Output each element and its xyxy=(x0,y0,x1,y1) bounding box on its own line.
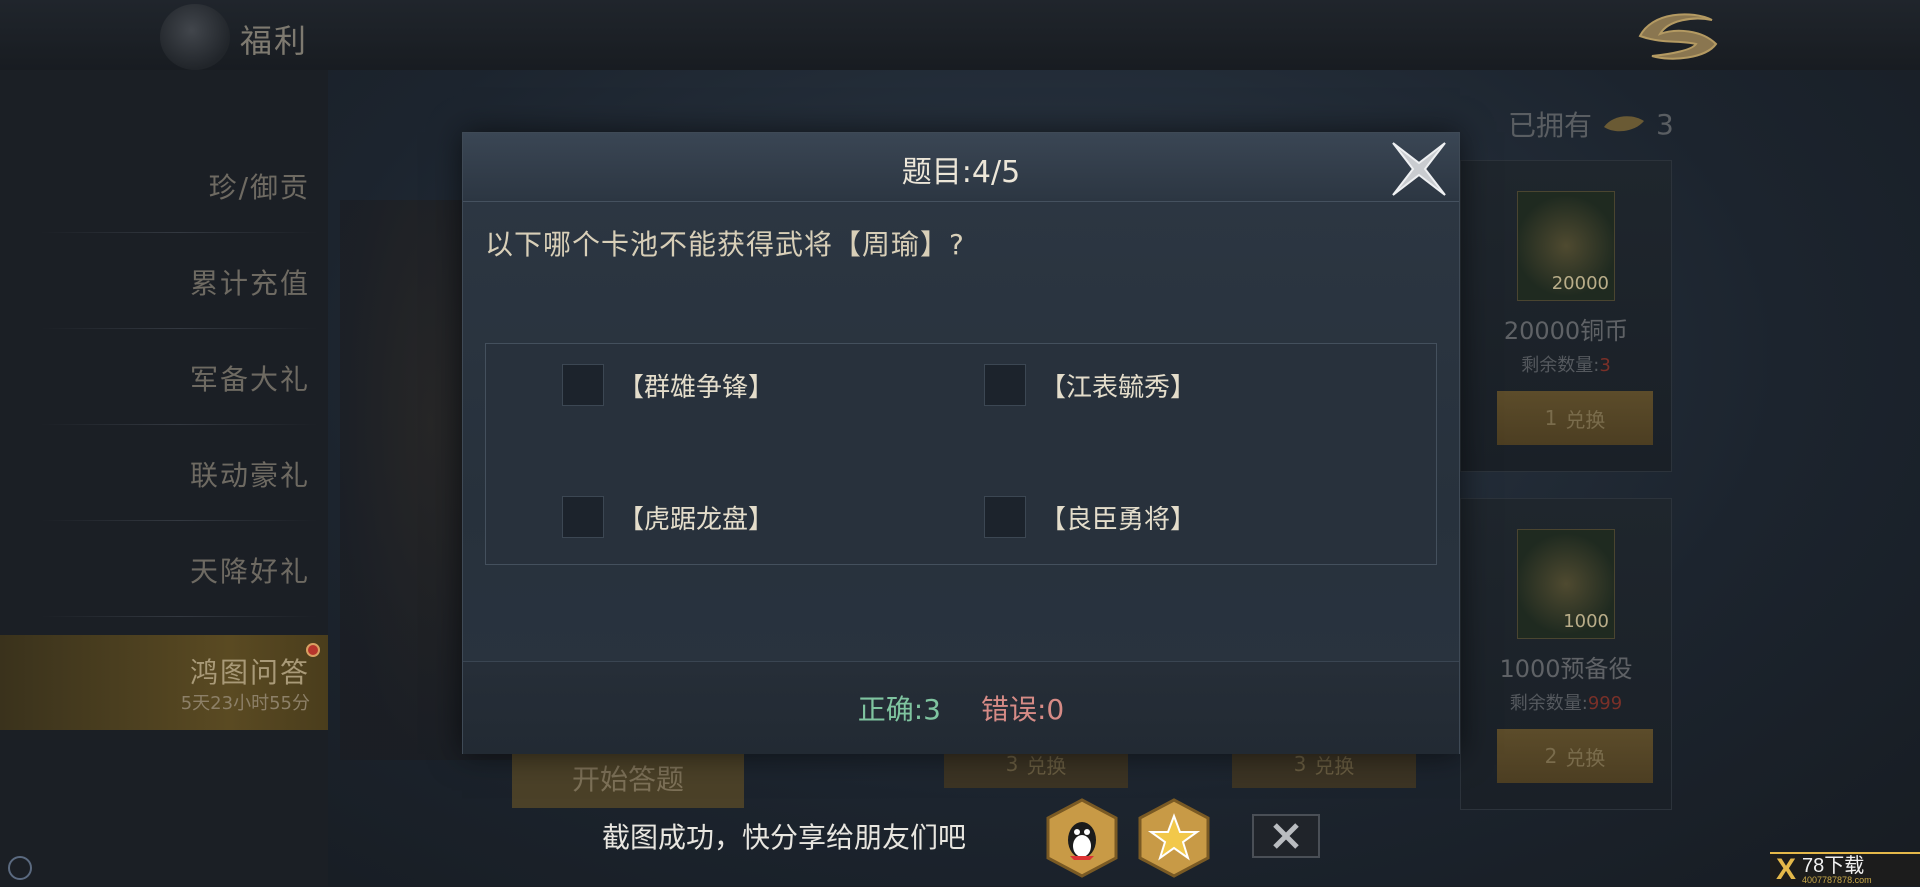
sidebar-item-label: 累计充值 xyxy=(189,266,310,300)
top-emblem-icon xyxy=(160,4,230,70)
sidebar-item-label: 军备大礼 xyxy=(189,362,310,396)
exchange-button[interactable]: 2 兑换 xyxy=(1497,729,1653,783)
remaining-value: 999 xyxy=(1587,693,1623,714)
share-close-button[interactable] xyxy=(1252,814,1320,858)
correct-count: 正确:3 xyxy=(857,693,941,726)
sidebar-item-label: 珍/御贡 xyxy=(208,170,310,204)
dialog-title: 题目:4/5 xyxy=(901,155,1021,190)
dialog-header: 题目:4/5 xyxy=(463,133,1459,202)
exchange-cost: 2 xyxy=(1544,744,1558,768)
exchange-cost: 3 xyxy=(1005,752,1019,776)
option-d[interactable]: 【良臣勇将】 xyxy=(984,496,1196,538)
remaining-label: 剩余数量: xyxy=(1509,693,1588,714)
page-title: 福利 xyxy=(240,22,309,60)
close-icon xyxy=(1273,823,1299,849)
sidebar-item-label: 联动豪礼 xyxy=(189,458,310,492)
sidebar-item-zhen-yugong[interactable]: 珍/御贡 xyxy=(0,138,328,233)
sidebar: 珍/御贡 累计充值 军备大礼 联动豪礼 天降好礼 鸿图问答 5天23小时55分 xyxy=(0,70,328,886)
quiz-timer: 5天23小时55分 xyxy=(180,692,310,714)
assistive-touch-icon[interactable] xyxy=(8,856,32,880)
exchange-label: 兑换 xyxy=(1565,745,1606,770)
qzone-icon[interactable] xyxy=(1136,798,1212,878)
watermark-title: 78下载 xyxy=(1802,854,1865,877)
watermark-text: 78下载 4007787878.com xyxy=(1802,856,1872,885)
back-button[interactable] xyxy=(1632,6,1724,66)
token-icon xyxy=(1604,116,1645,132)
item-quantity: 1000 xyxy=(1563,611,1609,632)
remaining-value: 3 xyxy=(1599,355,1611,376)
item-name: 20000铜币 xyxy=(1503,317,1629,345)
option-label: 【江表毓秀】 xyxy=(1040,372,1197,403)
remaining-label: 剩余数量: xyxy=(1521,355,1600,376)
question-text: 以下哪个卡池不能获得武将【周瑜】? xyxy=(485,228,965,261)
exchange-label: 兑换 xyxy=(1565,407,1606,432)
score-bar: 正确:3 错误:0 xyxy=(463,661,1459,754)
checkbox[interactable] xyxy=(562,364,604,406)
quiz-dialog: 题目:4/5 以下哪个卡池不能获得武将【周瑜】? 【群雄争锋】 【江表毓秀】 【… xyxy=(462,132,1460,754)
options-panel: 【群雄争锋】 【江表毓秀】 【虎踞龙盘】 【良臣勇将】 xyxy=(485,343,1437,565)
sidebar-item-label: 天降好礼 xyxy=(189,554,310,588)
item-remaining: 剩余数量:999 xyxy=(1461,689,1671,715)
checkbox[interactable] xyxy=(984,364,1026,406)
option-a[interactable]: 【群雄争锋】 xyxy=(562,364,774,406)
option-label: 【群雄争锋】 xyxy=(618,372,775,403)
shop-item-coins: 20000 20000铜币 剩余数量:3 1 兑换 xyxy=(1460,160,1672,472)
watermark: X 78下载 4007787878.com xyxy=(1770,852,1920,886)
watermark-logo: X xyxy=(1776,853,1797,886)
sidebar-item-sky-gift[interactable]: 天降好礼 xyxy=(0,522,328,617)
close-icon[interactable] xyxy=(1387,137,1451,201)
option-b[interactable]: 【江表毓秀】 xyxy=(984,364,1196,406)
exchange-cost: 1 xyxy=(1544,406,1558,430)
checkbox[interactable] xyxy=(562,496,604,538)
notification-dot-icon xyxy=(306,643,320,657)
owned-value: 3 xyxy=(1656,107,1674,141)
wrong-count: 错误:0 xyxy=(981,693,1065,726)
share-message: 截图成功，快分享给朋友们吧 xyxy=(602,821,967,854)
owned-count: 已拥有 3 xyxy=(1508,104,1674,144)
item-name: 1000预备役 xyxy=(1499,655,1633,683)
sidebar-item-military-gift[interactable]: 军备大礼 xyxy=(0,330,328,425)
option-label: 【良臣勇将】 xyxy=(1040,504,1197,535)
checkbox[interactable] xyxy=(984,496,1026,538)
shop-item-reserve: 1000 1000预备役 剩余数量:999 2 兑换 xyxy=(1460,498,1672,810)
owned-label: 已拥有 xyxy=(1508,109,1593,142)
watermark-url: 4007787878.com xyxy=(1802,874,1872,885)
sidebar-item-label: 鸿图问答 xyxy=(189,655,310,689)
qq-icon[interactable] xyxy=(1044,798,1120,878)
option-label: 【虎踞龙盘】 xyxy=(618,504,775,535)
share-bar: 截图成功，快分享给朋友们吧 xyxy=(560,780,1360,886)
sidebar-item-cumulative-recharge[interactable]: 累计充值 xyxy=(0,234,328,329)
score: 正确:3 错误:0 xyxy=(463,688,1459,728)
item-quantity: 20000 xyxy=(1551,273,1609,294)
item-remaining: 剩余数量:3 xyxy=(1461,351,1671,377)
exchange-cost: 3 xyxy=(1293,752,1307,776)
option-c[interactable]: 【虎踞龙盘】 xyxy=(562,496,774,538)
sidebar-item-quiz[interactable]: 鸿图问答 5天23小时55分 xyxy=(0,635,328,730)
sidebar-item-collab-gift[interactable]: 联动豪礼 xyxy=(0,426,328,521)
exchange-button[interactable]: 1 兑换 xyxy=(1497,391,1653,445)
top-bar: 福利 xyxy=(0,0,1920,71)
